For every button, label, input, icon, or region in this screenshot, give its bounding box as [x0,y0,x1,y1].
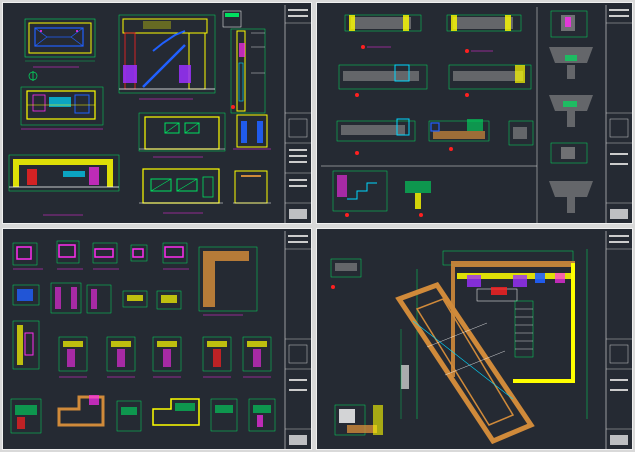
sill-details [10,395,276,434]
title-block-icon [284,5,311,223]
wall-details-group [336,14,534,155]
window-details-row-1 [12,240,189,270]
door-jamb-details [12,320,272,378]
sheet-4-drawing [330,231,632,449]
window-details-row-2 [12,282,182,314]
drawing-sheet-3 [2,228,312,450]
end-elevation [233,170,271,204]
ground-floor-plan [416,249,588,419]
roof-plan [24,18,96,68]
sheet-1-drawing [8,5,311,223]
drawing-sheet-4 [316,228,633,450]
sheet-2-drawing [321,5,632,223]
drawing-sheet-1 [2,2,312,224]
front-elevation [138,112,226,158]
stair-details-group [332,10,593,217]
title-block-icon-4 [605,231,632,449]
north-arrow-icon [28,71,38,81]
side-section-detail [222,10,266,114]
side-elevation-small [233,114,271,150]
title-block-icon-2 [605,5,632,223]
angled-wing-plan [395,281,535,445]
rear-elevation [139,168,223,214]
floor-plan-small [20,86,104,130]
building-section [118,14,216,100]
title-block-icon-3 [284,231,311,449]
drawing-sheet-2 [316,2,633,224]
legend-details [330,258,383,436]
sheet-3-drawing [10,231,311,449]
long-section [8,154,120,216]
jamb-detail-repeat [58,336,272,372]
timber-frame-detail [198,246,258,316]
